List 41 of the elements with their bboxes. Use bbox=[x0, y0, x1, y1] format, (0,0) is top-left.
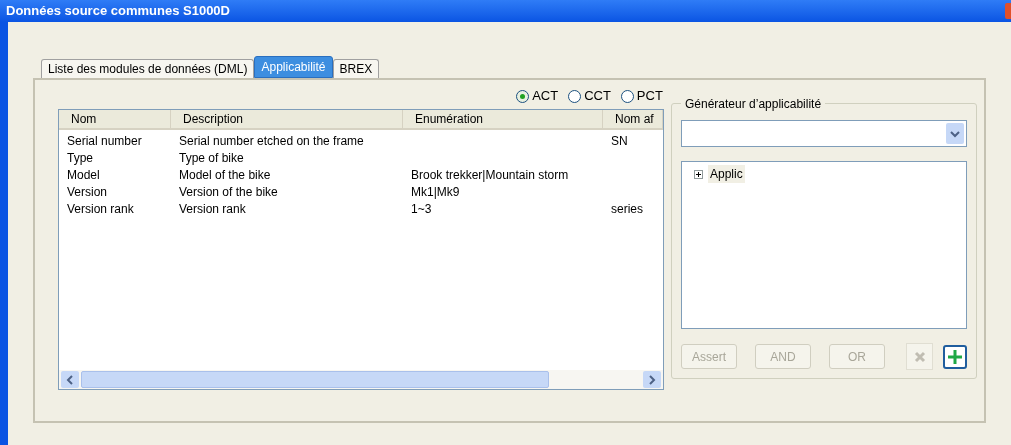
radio-indicator[interactable] bbox=[568, 89, 582, 103]
chevron-left-icon bbox=[66, 374, 74, 385]
table-cell: Type bbox=[67, 150, 93, 165]
table-cell: Version rank bbox=[179, 201, 246, 216]
table-cell: Serial number etched on the frame bbox=[179, 133, 364, 148]
window-title: Données source communes S1000D bbox=[6, 2, 230, 21]
scroll-left-button[interactable] bbox=[61, 371, 79, 388]
horizontal-scrollbar[interactable] bbox=[59, 370, 663, 389]
column-header[interactable]: Nom af bbox=[603, 110, 663, 128]
column-header[interactable]: Enumération bbox=[403, 110, 603, 128]
table-cell: series bbox=[611, 201, 643, 216]
radio-button[interactable]: CCT bbox=[568, 86, 611, 106]
table-cell: Serial number bbox=[67, 133, 142, 148]
scroll-right-button[interactable] bbox=[643, 371, 661, 388]
table-cell: Version of the bike bbox=[179, 184, 278, 199]
chevron-down-icon[interactable] bbox=[946, 123, 964, 144]
table-cell: Version rank bbox=[67, 201, 134, 216]
tab[interactable]: BREX bbox=[332, 59, 380, 78]
radio-indicator[interactable] bbox=[620, 89, 634, 103]
radio-button[interactable]: PCT bbox=[620, 86, 663, 106]
radio-indicator[interactable] bbox=[516, 89, 530, 103]
table-cell: Mk1|Mk9 bbox=[411, 184, 460, 199]
radio-button[interactable]: ACT bbox=[516, 86, 559, 106]
dropdown[interactable] bbox=[681, 120, 967, 147]
tree-item[interactable]: Applic bbox=[708, 165, 745, 183]
plus-icon bbox=[947, 348, 963, 365]
expand-icon[interactable] bbox=[694, 169, 703, 179]
add-button[interactable] bbox=[943, 344, 967, 369]
column-header[interactable]: Description bbox=[171, 110, 403, 128]
table-cell: Type of bike bbox=[179, 150, 244, 165]
delete-icon bbox=[913, 350, 926, 363]
table-cell: Version bbox=[67, 184, 108, 199]
scroll-thumb[interactable] bbox=[81, 371, 549, 388]
table-cell: SN bbox=[611, 133, 628, 148]
table-cell: Brook trekker|Mountain storm bbox=[411, 167, 569, 182]
table-cell: 1~3 bbox=[411, 201, 432, 216]
chevron-right-icon bbox=[648, 374, 656, 385]
table-cell: Model bbox=[67, 167, 100, 182]
table-cell: Model of the bike bbox=[179, 167, 271, 182]
tab[interactable]: Liste des modules de données (DML) bbox=[41, 59, 255, 78]
column-header[interactable]: Nom bbox=[59, 110, 171, 128]
